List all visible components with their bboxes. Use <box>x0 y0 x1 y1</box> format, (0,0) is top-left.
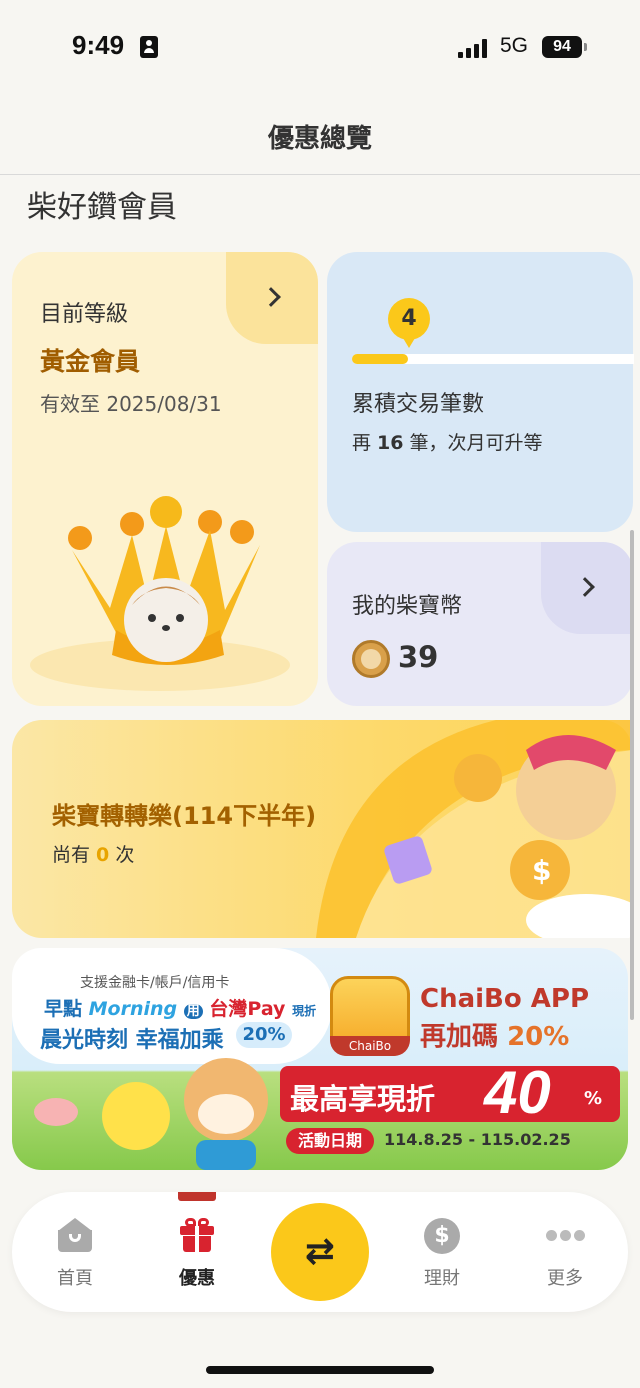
banner-line2-pct: 20% <box>236 1022 292 1048</box>
section-title: 柴好鑽會員 <box>27 190 177 225</box>
battery-icon: 94 <box>542 36 587 58</box>
active-tab-indicator <box>178 1192 216 1201</box>
level-label: 目前等級 <box>40 302 129 327</box>
level-valid-until: 有效至 2025/08/31 <box>40 392 222 416</box>
home-indicator <box>206 1366 434 1374</box>
transfer-button[interactable]: ⇄ <box>271 1203 369 1301</box>
banner-top-line: 支援金融卡/帳戶/信用卡 <box>80 975 230 991</box>
tab-home[interactable]: 首頁 <box>20 1264 130 1290</box>
coin-title: 我的柴寶幣 <box>352 594 463 619</box>
subtitle-suffix: 次 <box>109 844 135 866</box>
banner-app-subtitle: 再加碼 20% <box>420 1016 569 1053</box>
banner-mascots <box>34 1058 268 1170</box>
wheel-title: 柴寶轉轉樂(114下半年) <box>52 802 317 830</box>
scrollbar[interactable] <box>630 530 634 1020</box>
tab-finance[interactable]: 理財 <box>387 1264 497 1290</box>
progress-fill <box>352 354 408 364</box>
remaining-count: 16 <box>377 432 404 454</box>
banner-line1-a: 早點 <box>44 998 83 1020</box>
event-date-range: 114.8.25 - 115.02.25 <box>384 1130 571 1149</box>
page-title: 優惠總覽 <box>267 124 372 154</box>
banner-line1-e: 現折 <box>292 1004 317 1018</box>
wheel-illustration: $ <box>316 720 632 938</box>
banner-line1-c: 用 <box>183 1004 203 1019</box>
subtitle-prefix: 再 <box>352 432 378 454</box>
max-discount-text: 最高享現折 <box>290 1082 436 1116</box>
banner-line1-b: Morning <box>88 998 178 1020</box>
subtitle-prefix: 尚有 <box>52 844 97 866</box>
svg-text:$: $ <box>532 854 551 887</box>
signal-icon <box>458 38 490 58</box>
coin-balance-card[interactable] <box>327 542 633 706</box>
transaction-subtitle: 再 16 筆，次月可升等 <box>352 428 543 455</box>
app-sub-text: 再加碼 <box>420 1022 508 1052</box>
dollar-icon[interactable]: $ <box>424 1218 460 1254</box>
person-icon <box>140 36 158 58</box>
app-sub-pct: 20% <box>507 1022 570 1052</box>
banner-line1-d: 台灣Pay <box>209 998 286 1020</box>
crown-mascot-icon <box>30 496 290 691</box>
status-bar: 9:49 5G 94 <box>0 0 640 96</box>
wheel-subtitle: 尚有 0 次 <box>52 840 134 867</box>
gift-icon[interactable] <box>180 1218 214 1252</box>
max-discount-unit: % <box>584 1088 603 1109</box>
banner-app-title: ChaiBo APP <box>420 984 590 1014</box>
tab-more[interactable]: 更多 <box>510 1264 620 1290</box>
chaibo-app-label: ChaiBo <box>330 1036 410 1056</box>
transaction-title: 累積交易筆數 <box>352 392 485 417</box>
nav-divider <box>0 174 640 175</box>
level-name: 黃金會員 <box>40 347 141 376</box>
status-time: 9:49 <box>72 30 125 60</box>
remaining-spins: 0 <box>96 844 110 866</box>
more-dots-icon[interactable] <box>546 1230 586 1242</box>
coin-balance: 39 <box>398 640 439 674</box>
event-date-label: 活動日期 <box>286 1128 374 1154</box>
transaction-count-badge: 4 <box>388 298 430 348</box>
home-icon[interactable] <box>58 1218 92 1252</box>
subtitle-suffix: 筆，次月可升等 <box>403 432 543 454</box>
tab-offers[interactable]: 優惠 <box>142 1264 252 1290</box>
network-type: 5G <box>500 34 529 57</box>
banner-line1: 早點 Morning 用 台灣Pay 現折 <box>44 994 316 1021</box>
coin-icon <box>352 640 390 678</box>
max-discount-number: 40 <box>484 1059 551 1126</box>
